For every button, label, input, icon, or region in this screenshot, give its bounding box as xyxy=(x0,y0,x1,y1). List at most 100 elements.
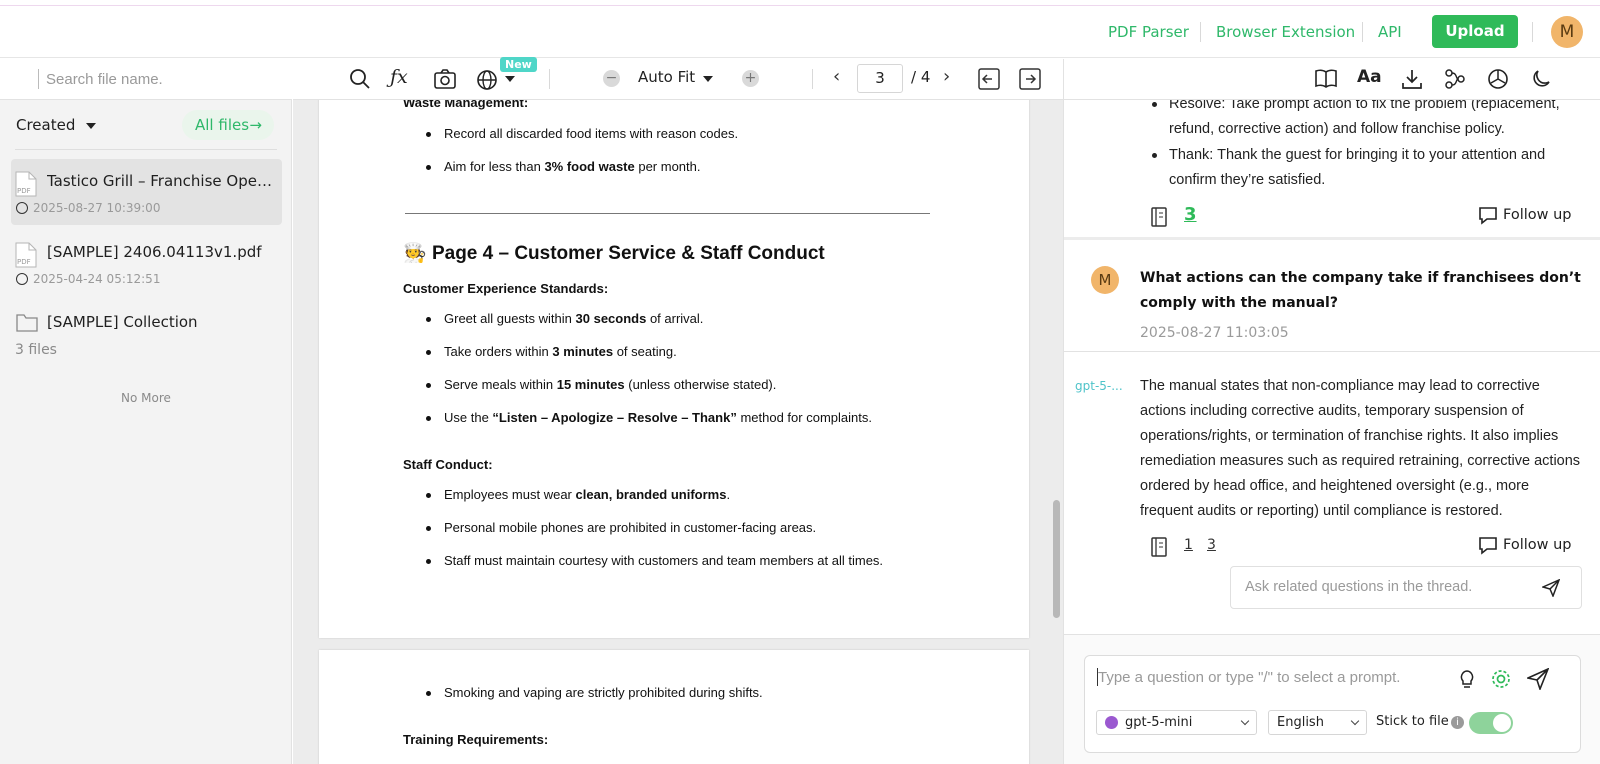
bullet-item: Record all discarded food items with rea… xyxy=(425,126,739,141)
bullet-item: Greet all guests within 30 seconds of ar… xyxy=(425,311,704,326)
page-reference-link[interactable]: 1 xyxy=(1184,537,1193,553)
book-icon[interactable] xyxy=(1314,68,1338,90)
send-icon[interactable] xyxy=(1542,579,1560,597)
all-files-button[interactable]: All files → xyxy=(182,110,274,140)
file-sidebar: Created All files → PDF Tastico Grill – … xyxy=(0,59,292,764)
sort-dropdown[interactable]: Created xyxy=(16,116,97,134)
section-heading: Staff Conduct: xyxy=(403,457,493,472)
chat-toolbar: Aa xyxy=(1063,59,1600,100)
zoom-in-button[interactable]: + xyxy=(742,70,759,87)
browser-extension-link[interactable]: Browser Extension xyxy=(1216,23,1355,41)
pdf-file-icon: PDF xyxy=(15,242,37,268)
prev-page-button[interactable]: ‹ xyxy=(833,66,840,87)
arrow-right-icon: → xyxy=(249,116,262,134)
model-select[interactable]: gpt-5-mini xyxy=(1096,710,1257,735)
font-size-icon[interactable]: Aa xyxy=(1357,67,1382,87)
bullet-item: Smoking and vaping are strictly prohibit… xyxy=(426,685,763,700)
collapse-left-icon[interactable] xyxy=(978,68,1000,90)
horizontal-rule xyxy=(405,213,930,214)
bullet-item: Use the “Listen – Apologize – Resolve – … xyxy=(426,410,872,425)
api-link[interactable]: API xyxy=(1378,23,1402,41)
search-caret xyxy=(38,69,39,89)
thread-question-input[interactable]: Ask related questions in the thread. xyxy=(1245,579,1472,595)
openai-icon[interactable] xyxy=(1486,67,1510,91)
file-item[interactable]: PDF [SAMPLE] 2406.04113v1.pdf 2025-04-24… xyxy=(11,230,282,296)
collection-item[interactable]: [SAMPLE] Collection 3 files xyxy=(11,302,282,368)
question-input[interactable]: Type a question or type "/" to select a … xyxy=(1098,669,1400,686)
zoom-select[interactable]: Auto Fit xyxy=(638,68,695,86)
page-number-input[interactable]: 3 xyxy=(857,64,903,93)
message-divider xyxy=(1064,351,1600,352)
zoom-out-button[interactable]: − xyxy=(603,70,620,87)
pdf-page: Waste Management: Record all discarded f… xyxy=(319,100,1029,638)
pdf-viewer[interactable]: Waste Management: Record all discarded f… xyxy=(293,100,1063,764)
collapse-right-icon[interactable] xyxy=(1019,68,1041,90)
clock-icon xyxy=(16,202,28,214)
stick-to-file-toggle[interactable] xyxy=(1469,712,1513,734)
toggle-knob xyxy=(1493,714,1511,732)
file-date: 2025-04-24 05:12:51 xyxy=(33,272,161,286)
thread-question-box[interactable]: Ask related questions in the thread. xyxy=(1230,566,1582,609)
download-icon[interactable] xyxy=(1401,68,1423,90)
file-item[interactable]: PDF Tastico Grill – Franchise Oper… 2025… xyxy=(11,159,282,225)
new-badge: New xyxy=(500,57,537,72)
chef-emoji-icon: 🧑‍🍳 xyxy=(403,243,427,264)
upload-button[interactable]: Upload xyxy=(1432,15,1518,48)
divider xyxy=(1532,22,1533,42)
pdf-page: Smoking and vaping are strictly prohibit… xyxy=(319,650,1029,764)
sort-label: Created xyxy=(16,116,76,134)
lightbulb-icon[interactable] xyxy=(1457,668,1477,690)
follow-up-button[interactable]: Follow up xyxy=(1479,207,1572,225)
answer-bullet: Resolve: Take prompt action to fix the p… xyxy=(1152,100,1560,142)
pdf-parser-link[interactable]: PDF Parser xyxy=(1108,23,1189,41)
answer-bullet: Thank: Thank the guest for bringing it t… xyxy=(1152,143,1545,193)
bullet-item: Serve meals within 15 minutes (unless ot… xyxy=(425,377,777,392)
settings-gear-icon[interactable] xyxy=(1490,668,1512,690)
bullet-item: Staff must maintain courtesy with custom… xyxy=(425,553,884,568)
caret-down-icon xyxy=(86,122,97,129)
pdf-scrollbar[interactable] xyxy=(1053,500,1060,618)
language-select[interactable]: English xyxy=(1268,710,1367,735)
bullet-dot xyxy=(1152,153,1157,158)
info-icon[interactable]: i xyxy=(1451,716,1464,729)
assistant-answer: The manual states that non-compliance ma… xyxy=(1140,378,1581,519)
chat-thread[interactable]: Resolve: Take prompt action to fix the p… xyxy=(1063,100,1600,634)
user-avatar: M xyxy=(1091,266,1119,294)
divider xyxy=(15,149,277,150)
model-tag: gpt-5-... xyxy=(1075,379,1123,393)
svg-text:PDF: PDF xyxy=(17,187,31,195)
chevron-down-icon xyxy=(1350,716,1360,726)
follow-up-icon xyxy=(1479,207,1497,225)
formula-icon[interactable]: ƒx xyxy=(390,66,408,88)
file-search-input[interactable] xyxy=(46,67,276,91)
translate-globe-icon[interactable] xyxy=(476,68,500,92)
caret-down-icon[interactable] xyxy=(703,76,713,82)
follow-up-button[interactable]: Follow up xyxy=(1479,537,1572,555)
file-name: [SAMPLE] 2406.04113v1.pdf xyxy=(47,243,262,261)
model-icon xyxy=(1105,716,1118,729)
page-reference-link[interactable]: 3 xyxy=(1207,537,1216,553)
bullet-dot xyxy=(1152,102,1157,107)
composer: Type a question or type "/" to select a … xyxy=(1063,634,1600,764)
composer-box[interactable]: Type a question or type "/" to select a … xyxy=(1084,655,1581,753)
search-icon[interactable] xyxy=(349,68,371,90)
mindmap-icon[interactable] xyxy=(1444,68,1466,90)
no-more-label: No More xyxy=(121,391,171,405)
collection-count: 3 files xyxy=(15,342,57,358)
next-page-button[interactable]: › xyxy=(943,66,950,87)
source-book-icon[interactable] xyxy=(1151,207,1167,227)
chevron-down-icon xyxy=(1240,716,1250,726)
screenshot-icon[interactable] xyxy=(433,68,457,90)
divider xyxy=(812,69,813,89)
section-heading: Customer Experience Standards: xyxy=(403,281,609,296)
divider xyxy=(1200,22,1201,42)
caret-down-icon[interactable] xyxy=(505,76,515,82)
page-reference-link[interactable]: 3 xyxy=(1184,204,1197,225)
section-heading: Training Requirements: xyxy=(403,732,549,747)
dark-mode-icon[interactable] xyxy=(1530,68,1552,90)
user-avatar[interactable]: M xyxy=(1551,16,1583,48)
source-book-icon[interactable] xyxy=(1151,537,1167,557)
bullet-item: Aim for less than 3% food waste per mont… xyxy=(426,159,701,174)
section-heading: Waste Management: xyxy=(403,100,529,110)
send-icon[interactable] xyxy=(1527,668,1549,690)
